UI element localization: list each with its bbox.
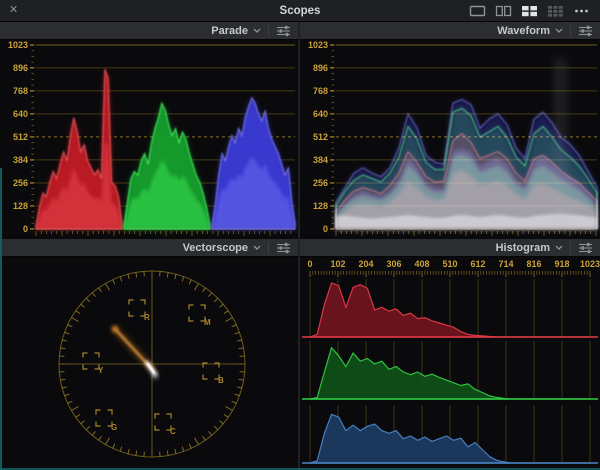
svg-text:R: R	[144, 313, 150, 322]
histogram-scope: 0 102 204 306 408 510 612 714 816 918 1023	[300, 257, 600, 470]
svg-text:896: 896	[13, 63, 28, 73]
header-divider	[570, 24, 571, 37]
parade-scope-selector[interactable]: Parade	[211, 25, 261, 37]
parade-header: Parade	[0, 22, 300, 40]
histogram-scope-selector[interactable]: Histogram	[496, 242, 563, 254]
layout-grid-icon[interactable]	[547, 5, 564, 17]
scopes-window: ✕ Scopes Parade Waveform 1023 896 768 64…	[0, 0, 600, 470]
svg-text:0: 0	[23, 224, 28, 234]
svg-text:256: 256	[13, 178, 28, 188]
svg-text:714: 714	[498, 259, 513, 269]
header-divider	[268, 24, 269, 37]
parade-canvas: 1023 896 768 640 512 384 256 128 0	[8, 40, 296, 236]
histogram-settings-icon[interactable]	[578, 242, 593, 254]
chevron-down-icon	[253, 245, 261, 250]
vectorscope-title: Vectorscope	[182, 241, 248, 254]
chevron-down-icon	[555, 245, 563, 250]
waveform-scope: 1023 896 768 640 512 384 256 128 0	[300, 40, 600, 239]
svg-text:640: 640	[313, 109, 328, 119]
header-divider	[570, 241, 571, 254]
svg-text:128: 128	[313, 201, 328, 211]
svg-text:1023: 1023	[308, 40, 328, 50]
svg-text:1023: 1023	[580, 259, 600, 269]
titlebar: ✕ Scopes	[0, 0, 600, 22]
svg-text:M: M	[204, 318, 211, 327]
vectorscope-canvas: R M Y B G C	[58, 270, 246, 458]
svg-text:C: C	[170, 427, 176, 436]
svg-text:1023: 1023	[8, 40, 28, 50]
svg-text:128: 128	[13, 201, 28, 211]
layout-single-icon[interactable]	[469, 5, 486, 17]
svg-text:204: 204	[358, 259, 373, 269]
svg-text:918: 918	[554, 259, 569, 269]
waveform-header: Waveform	[300, 22, 600, 40]
svg-text:512: 512	[313, 132, 328, 142]
header-divider	[268, 241, 269, 254]
histogram-header: Histogram	[300, 239, 600, 257]
svg-text:896: 896	[313, 63, 328, 73]
chevron-down-icon	[555, 28, 563, 33]
svg-text:Y: Y	[98, 366, 104, 375]
vectorscope-settings-icon[interactable]	[276, 242, 291, 254]
vectorscope-scope-selector[interactable]: Vectorscope	[183, 242, 261, 254]
waveform-settings-icon[interactable]	[578, 25, 593, 37]
svg-text:612: 612	[470, 259, 485, 269]
svg-text:0: 0	[323, 224, 328, 234]
svg-text:512: 512	[13, 132, 28, 142]
svg-text:640: 640	[13, 109, 28, 119]
parade-settings-icon[interactable]	[276, 25, 291, 37]
svg-text:B: B	[218, 376, 224, 385]
histogram-canvas: 0 102 204 306 408 510 612 714 816 918 1023	[302, 259, 600, 464]
svg-text:G: G	[111, 423, 117, 432]
screen-edge-artifact	[0, 168, 2, 470]
layout-dual-icon[interactable]	[495, 5, 512, 17]
svg-text:768: 768	[13, 86, 28, 96]
svg-text:816: 816	[526, 259, 541, 269]
layout-quad-icon[interactable]	[521, 5, 538, 17]
vectorscope-scope: R M Y B G C	[0, 257, 300, 470]
waveform-scope-selector[interactable]: Waveform	[497, 25, 563, 37]
more-options-icon[interactable]	[573, 5, 590, 17]
vectorscope-header: Vectorscope	[0, 239, 300, 257]
svg-text:256: 256	[313, 178, 328, 188]
svg-text:768: 768	[313, 86, 328, 96]
svg-text:0: 0	[307, 259, 312, 269]
waveform-title: Waveform	[497, 24, 550, 37]
svg-text:408: 408	[414, 259, 429, 269]
parade-title: Parade	[211, 24, 248, 37]
svg-text:306: 306	[386, 259, 401, 269]
svg-text:510: 510	[442, 259, 457, 269]
histogram-title: Histogram	[495, 241, 550, 254]
svg-text:102: 102	[330, 259, 345, 269]
waveform-canvas: 1023 896 768 640 512 384 256 128 0	[308, 40, 598, 236]
parade-scope: 1023 896 768 640 512 384 256 128 0	[0, 40, 300, 239]
chevron-down-icon	[253, 28, 261, 33]
svg-text:384: 384	[313, 155, 328, 165]
svg-text:384: 384	[13, 155, 28, 165]
scope-grid: Parade Waveform 1023 896 768 640 512 384 256 12…	[0, 22, 600, 470]
